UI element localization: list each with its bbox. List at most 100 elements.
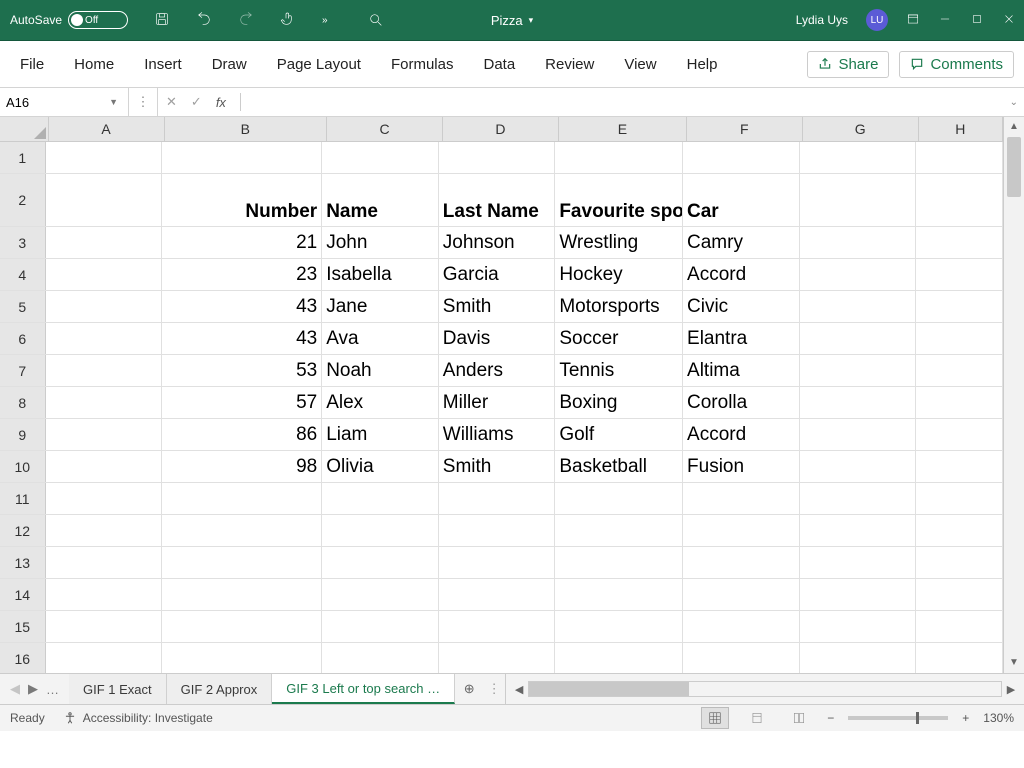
tab-data[interactable]: Data [473, 50, 525, 79]
cell[interactable] [800, 451, 917, 482]
sheet-nav[interactable]: ◀ ▶ … [0, 674, 69, 704]
horizontal-scrollbar[interactable]: ◀ ▶ [506, 674, 1024, 704]
avatar[interactable]: LU [866, 9, 888, 31]
cell[interactable] [800, 611, 917, 642]
cell[interactable]: Davis [439, 323, 556, 354]
cell[interactable]: Accord [683, 419, 800, 450]
col-header[interactable]: D [443, 117, 559, 141]
fx-icon[interactable]: fx [216, 95, 226, 110]
redo-icon[interactable] [238, 11, 254, 30]
cell[interactable]: Alex [322, 387, 439, 418]
cell[interactable]: Miller [439, 387, 556, 418]
cell[interactable]: 43 [162, 291, 322, 322]
tab-review[interactable]: Review [535, 50, 604, 79]
add-sheet-button[interactable]: ⊕ [455, 674, 483, 704]
row-header[interactable]: 13 [0, 547, 46, 578]
name-box-more[interactable]: ⋮ [129, 88, 158, 116]
cell[interactable] [555, 483, 683, 514]
qat-more-icon[interactable]: » [322, 15, 328, 26]
cell[interactable] [162, 579, 322, 610]
row-header[interactable]: 15 [0, 611, 46, 642]
cell[interactable]: Garcia [439, 259, 556, 290]
cell[interactable] [800, 547, 917, 578]
cell[interactable] [800, 142, 917, 173]
tab-draw[interactable]: Draw [202, 50, 257, 79]
view-page-layout-button[interactable] [743, 707, 771, 729]
cell[interactable] [322, 611, 439, 642]
cell[interactable]: Corolla [683, 387, 800, 418]
cell[interactable]: Name [322, 174, 439, 226]
comments-button[interactable]: Comments [899, 51, 1014, 78]
zoom-slider[interactable] [848, 716, 948, 720]
cell[interactable]: Liam [322, 419, 439, 450]
sheet-prev-icon[interactable]: ◀ [10, 681, 20, 697]
cell[interactable]: John [322, 227, 439, 258]
cell[interactable]: Jane [322, 291, 439, 322]
col-header[interactable]: B [165, 117, 328, 141]
scroll-up-icon[interactable]: ▲ [1004, 117, 1024, 137]
cell[interactable] [555, 643, 683, 673]
sheet-tabs-more[interactable]: ⋮ [483, 674, 506, 704]
cell[interactable] [162, 611, 322, 642]
tab-view[interactable]: View [614, 50, 666, 79]
cell[interactable]: Olivia [322, 451, 439, 482]
cell[interactable] [46, 227, 163, 258]
cell[interactable] [683, 611, 800, 642]
cell[interactable] [46, 291, 163, 322]
cell[interactable] [162, 515, 322, 546]
cell[interactable]: 98 [162, 451, 322, 482]
cell[interactable] [916, 142, 1003, 173]
cell[interactable] [46, 451, 163, 482]
cell[interactable]: Motorsports [555, 291, 683, 322]
cell[interactable] [916, 643, 1003, 673]
row-header[interactable]: 16 [0, 643, 46, 673]
row-header[interactable]: 1 [0, 142, 46, 173]
close-icon[interactable] [1002, 12, 1016, 29]
save-icon[interactable] [154, 11, 170, 30]
cell[interactable]: Last Name [439, 174, 556, 226]
cell[interactable] [800, 323, 917, 354]
accessibility-status[interactable]: Accessibility: Investigate [63, 711, 213, 725]
cell[interactable]: 21 [162, 227, 322, 258]
autosave-switch[interactable]: Off [68, 11, 128, 29]
cell[interactable] [683, 643, 800, 673]
cell[interactable] [683, 515, 800, 546]
cell[interactable] [46, 547, 163, 578]
formula-input[interactable]: ✕ ✓ fx ⌄ [158, 88, 1024, 116]
cell[interactable] [800, 483, 917, 514]
zoom-level[interactable]: 130% [983, 711, 1014, 725]
tab-page-layout[interactable]: Page Layout [267, 50, 371, 79]
cell[interactable]: 86 [162, 419, 322, 450]
cell[interactable] [439, 483, 556, 514]
cell[interactable] [439, 142, 556, 173]
cell[interactable] [162, 643, 322, 673]
row-header[interactable]: 14 [0, 579, 46, 610]
sheet-tab[interactable]: GIF 1 Exact [69, 674, 167, 704]
cell[interactable]: Noah [322, 355, 439, 386]
autosave-toggle[interactable]: AutoSave Off [10, 11, 128, 29]
cell[interactable] [800, 387, 917, 418]
cell[interactable]: Favourite sport [555, 174, 683, 226]
cell[interactable] [46, 643, 163, 673]
select-all-corner[interactable] [0, 117, 49, 141]
touch-mode-icon[interactable] [280, 11, 296, 30]
col-header[interactable]: H [919, 117, 1003, 141]
scroll-left-icon[interactable]: ◀ [510, 683, 528, 696]
cell[interactable] [322, 643, 439, 673]
row-header[interactable]: 6 [0, 323, 46, 354]
cell[interactable] [439, 547, 556, 578]
row-header[interactable]: 10 [0, 451, 46, 482]
cell[interactable] [916, 419, 1003, 450]
cell[interactable]: Civic [683, 291, 800, 322]
sheet-ellipsis[interactable]: … [46, 682, 59, 697]
col-header[interactable]: C [327, 117, 443, 141]
row-header[interactable]: 3 [0, 227, 46, 258]
cell[interactable] [683, 142, 800, 173]
cell[interactable] [800, 259, 917, 290]
cell[interactable]: 57 [162, 387, 322, 418]
cell[interactable] [555, 515, 683, 546]
ribbon-display-icon[interactable] [906, 12, 920, 29]
cell[interactable]: Boxing [555, 387, 683, 418]
cell[interactable] [555, 579, 683, 610]
tab-formulas[interactable]: Formulas [381, 50, 464, 79]
